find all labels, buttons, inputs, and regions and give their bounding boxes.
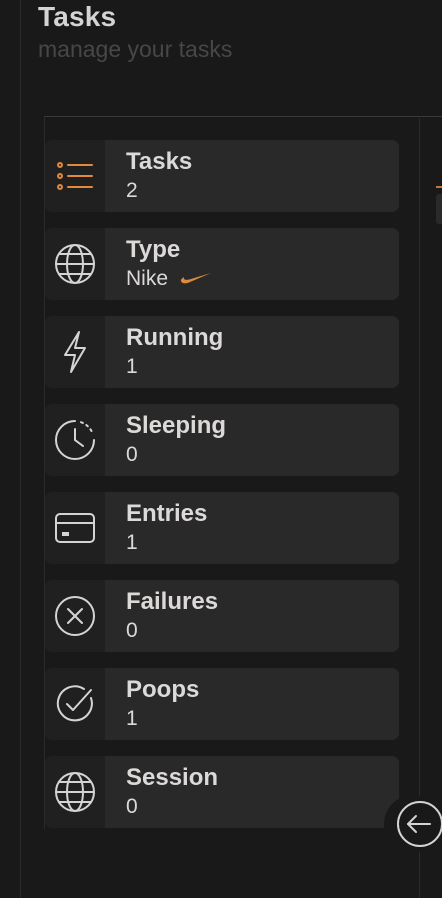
stat-card-entries[interactable]: Entries 1 (45, 492, 399, 564)
page-title: Tasks (38, 1, 117, 32)
stat-label: Poops (126, 676, 200, 703)
page-subtitle: manage your tasks (38, 36, 233, 62)
stat-label: Type (126, 236, 181, 263)
tasks-dashboard: Tasks manage your tasks Tasks 2 Type Nik… (0, 0, 442, 898)
stat-value: 1 (126, 531, 138, 554)
stat-value: 0 (126, 795, 138, 818)
nike-swoosh-icon (180, 266, 212, 292)
stat-card-session[interactable]: Session 0 (45, 756, 399, 828)
arrow-left-circle-icon (397, 801, 442, 847)
panel-divider (419, 118, 420, 898)
stat-label: Session (126, 764, 219, 791)
stat-value: 1 (126, 707, 138, 730)
stat-body: Failures 0 (105, 580, 399, 652)
stat-value: 0 (126, 443, 138, 466)
globe-icon (45, 228, 105, 300)
stat-label: Sleeping (126, 412, 227, 439)
stat-card-tasks[interactable]: Tasks 2 (45, 140, 399, 212)
stat-body: Tasks 2 (105, 140, 399, 212)
stat-body: Running 1 (105, 316, 399, 388)
sidebar-divider (20, 0, 21, 898)
globe-icon (45, 756, 105, 828)
stat-value: Nike (126, 267, 169, 290)
stat-body: Type Nike (105, 228, 399, 300)
stat-body: Sleeping 0 (105, 404, 399, 476)
list-icon (45, 140, 105, 212)
credit-card-icon (45, 492, 105, 564)
stat-body: Entries 1 (105, 492, 399, 564)
x-circle-icon (45, 580, 105, 652)
stat-label: Running (126, 324, 224, 351)
stat-label: Entries (126, 500, 208, 527)
stat-card-type[interactable]: Type Nike (45, 228, 399, 300)
clock-icon (45, 404, 105, 476)
collapse-button[interactable] (384, 795, 442, 853)
stat-card-running[interactable]: Running 1 (45, 316, 399, 388)
side-panel-tab[interactable] (436, 194, 442, 224)
stat-body: Session 0 (105, 756, 399, 828)
stat-value: 0 (126, 619, 138, 642)
lightning-icon (45, 316, 105, 388)
stat-card-failures[interactable]: Failures 0 (45, 580, 399, 652)
stat-value: 1 (126, 355, 138, 378)
stat-card-poops[interactable]: Poops 1 (45, 668, 399, 740)
stat-card-sleeping[interactable]: Sleeping 0 (45, 404, 399, 476)
stat-value-row: Nike (126, 266, 212, 292)
stat-value: 2 (126, 179, 138, 202)
stat-label: Tasks (126, 148, 193, 175)
accent-marker (436, 186, 442, 188)
stat-body: Poops 1 (105, 668, 399, 740)
check-circle-icon (45, 668, 105, 740)
stat-label: Failures (126, 588, 219, 615)
